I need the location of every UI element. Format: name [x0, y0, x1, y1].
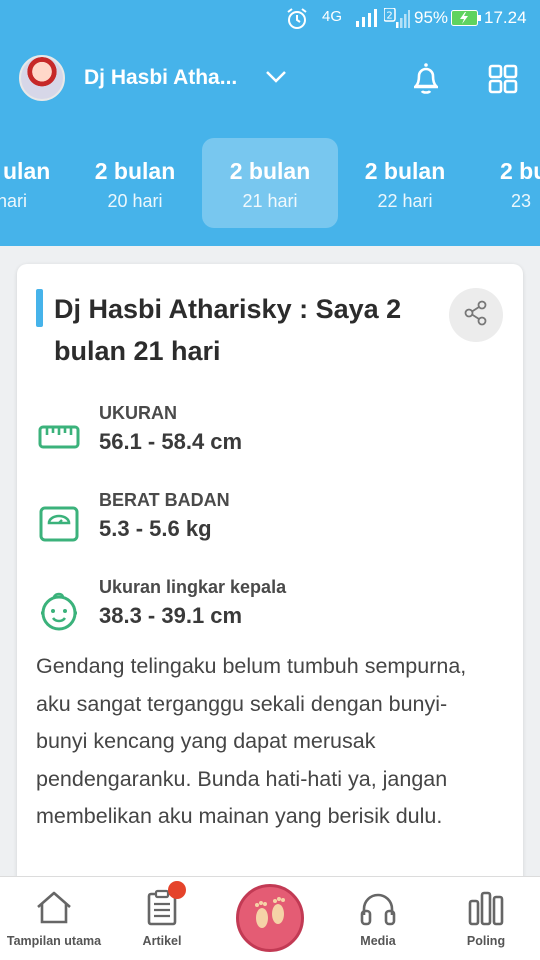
battery-percent: 95% [414, 8, 449, 27]
age-tab-23[interactable]: 2 bu 23 [472, 138, 540, 228]
share-icon [462, 299, 490, 332]
age-tab-days: 21 hari [242, 191, 298, 211]
chevron-down-icon[interactable] [264, 68, 288, 91]
age-tab-19[interactable]: ulan hari [0, 138, 69, 228]
age-tab-days: hari [0, 191, 28, 211]
metric-value: 38.3 - 39.1 cm [99, 603, 243, 628]
metric-label: BERAT BADAN [99, 490, 230, 510]
grid-icon[interactable] [488, 64, 518, 99]
title-accent [36, 289, 43, 327]
nav-label: Poling [466, 934, 506, 948]
nav-home[interactable]: Tampilan utama [0, 877, 108, 960]
baby-info-card: Dj Hasbi Atharisky : Saya 2 bulan 21 har… [17, 264, 523, 904]
center-footprints-button[interactable] [236, 884, 304, 952]
metric-label: UKURAN [99, 403, 177, 423]
sim2-label: 2 [386, 11, 392, 22]
age-tab-months: ulan [3, 158, 51, 184]
nav-poll[interactable]: Poling [432, 877, 540, 960]
signal-icon [354, 8, 378, 28]
header: 4G 2 95% 17.24 Dj Hasbi Atha... ulan har… [0, 0, 540, 246]
age-tab-22[interactable]: 2 bulan 22 hari [337, 138, 473, 228]
home-icon [34, 889, 74, 930]
nav-media[interactable]: Media [324, 877, 432, 960]
avatar[interactable] [19, 55, 65, 101]
bell-icon[interactable] [408, 60, 444, 101]
baby-face-icon [37, 589, 81, 633]
age-tab-days: 22 hari [377, 191, 433, 211]
card-title: Dj Hasbi Atharisky : Saya 2 bulan 21 har… [54, 294, 402, 366]
age-tab-months: 2 bu [500, 158, 540, 184]
metric-weight: BERAT BADAN 5.3 - 5.6 kg [17, 488, 523, 558]
age-tab-days: 20 hari [107, 191, 163, 211]
battery-charging-icon [451, 10, 481, 26]
status-bar: 4G 2 95% 17.24 [0, 0, 540, 36]
metric-head-circumference: Ukuran lingkar kepala 38.3 - 39.1 cm [17, 575, 523, 645]
nav-label: Tampilan utama [6, 934, 102, 948]
age-tab-months: 2 bulan [94, 158, 176, 184]
ruler-icon [37, 415, 81, 459]
network-type: 4G [322, 8, 343, 25]
footprints-icon [250, 894, 290, 943]
metric-value: 56.1 - 58.4 cm [99, 429, 243, 454]
app-bar: Dj Hasbi Atha... [0, 52, 540, 104]
child-name[interactable]: Dj Hasbi Atha... [84, 66, 237, 90]
headphones-icon [358, 889, 398, 932]
metric-length: UKURAN 56.1 - 58.4 cm [17, 401, 523, 471]
age-tabs: ulan hari 2 bulan 20 hari 2 bulan 21 har… [0, 138, 540, 228]
nav-label: Media [360, 934, 396, 948]
age-tab-months: 2 bulan [229, 158, 311, 184]
scale-icon [37, 502, 81, 546]
age-tab-days: 23 [511, 191, 532, 211]
bottom-nav: Tampilan utama Artikel Media Poling [0, 876, 540, 960]
nav-article[interactable]: Artikel [108, 877, 216, 960]
description-text: Gendang telingaku belum tumbuh sempurna,… [36, 654, 467, 828]
bar-chart-icon [466, 889, 506, 932]
nav-label: Artikel [142, 934, 182, 948]
alarm-icon [285, 8, 309, 30]
clock: 17.24 [484, 8, 527, 27]
age-tab-21-active[interactable]: 2 bulan 21 hari [202, 138, 338, 228]
notification-badge [168, 881, 186, 899]
metric-value: 5.3 - 5.6 kg [99, 516, 212, 541]
signal-sim2-icon: 2 [384, 8, 410, 30]
share-button[interactable] [449, 288, 503, 342]
age-tab-months: 2 bulan [364, 158, 446, 184]
metric-label: Ukuran lingkar kepala [99, 577, 287, 597]
age-tab-20[interactable]: 2 bulan 20 hari [67, 138, 203, 228]
